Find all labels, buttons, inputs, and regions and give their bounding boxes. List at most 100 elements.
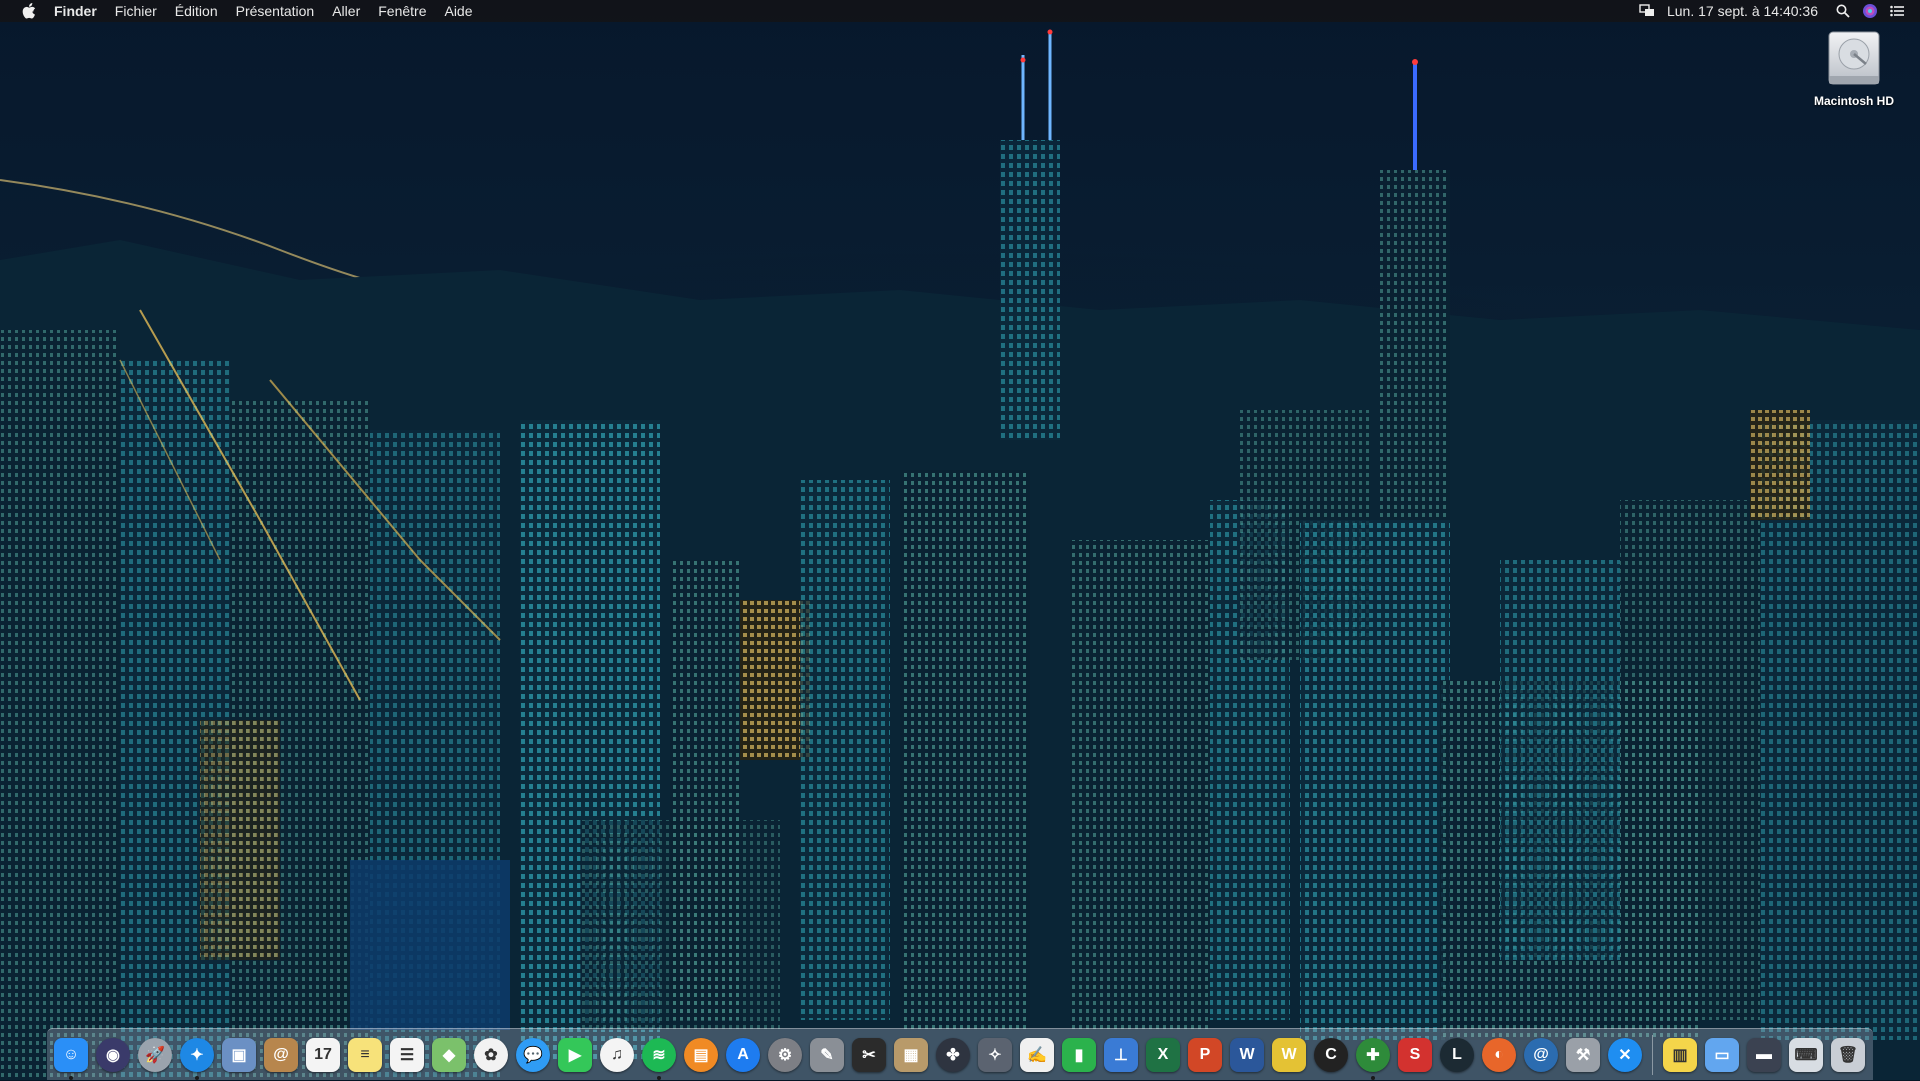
spotlight-search-icon[interactable] bbox=[1836, 4, 1850, 18]
dock-item-ibooks[interactable]: ▤ bbox=[680, 1029, 722, 1081]
dock-item-launchpad[interactable]: 🚀 bbox=[134, 1029, 176, 1081]
ccleaner-icon: C bbox=[1314, 1037, 1348, 1072]
siri-menu-icon[interactable] bbox=[1862, 3, 1878, 19]
siri-icon: ◉ bbox=[96, 1037, 130, 1072]
dock-item-reminders[interactable]: ☰ bbox=[386, 1029, 428, 1081]
running-indicator bbox=[657, 1075, 661, 1080]
dock-item-script-editor[interactable]: ✎ bbox=[806, 1029, 848, 1081]
contacts-icon: @ bbox=[264, 1037, 298, 1072]
menu-bar: Finder Fichier Édition Présentation Alle… bbox=[0, 0, 1920, 22]
menu-aide[interactable]: Aide bbox=[435, 0, 481, 22]
script-editor-icon: ✎ bbox=[810, 1037, 844, 1072]
running-indicator bbox=[69, 1075, 73, 1080]
green-app-icon: ✚ bbox=[1356, 1037, 1390, 1072]
system-preferences-icon: ⚙ bbox=[768, 1037, 802, 1072]
dock-item-photos[interactable]: ✿ bbox=[470, 1029, 512, 1081]
dock-item-wunderlist[interactable]: W bbox=[1268, 1029, 1310, 1081]
stickies-icon: ▥ bbox=[1663, 1037, 1697, 1072]
dock-item-word[interactable]: W bbox=[1226, 1029, 1268, 1081]
notes-icon: ≡ bbox=[348, 1037, 382, 1072]
dock-item-sketchup[interactable]: S bbox=[1394, 1029, 1436, 1081]
dock-item-spiral-app[interactable]: @ bbox=[1520, 1029, 1562, 1081]
dock-item-contacts[interactable]: @ bbox=[260, 1029, 302, 1081]
wunderlist-icon: W bbox=[1272, 1037, 1306, 1072]
dock-item-stickies[interactable]: ▥ bbox=[1659, 1029, 1701, 1081]
dock-item-archive[interactable]: ▦ bbox=[890, 1029, 932, 1081]
dock-item-utility-tool[interactable]: ⚒ bbox=[1562, 1029, 1604, 1081]
dock-separator bbox=[1652, 1034, 1653, 1075]
dock-item-notes[interactable]: ≡ bbox=[344, 1029, 386, 1081]
ibooks-icon: ▤ bbox=[684, 1037, 718, 1072]
dock-item-keyboard[interactable]: ⌨ bbox=[1785, 1029, 1827, 1081]
menu-edition[interactable]: Édition bbox=[166, 0, 227, 22]
dock-item-trash[interactable]: 🗑 bbox=[1827, 1029, 1869, 1081]
dock-item-finder[interactable]: ☺ bbox=[50, 1029, 92, 1081]
dock-item-screen-recording[interactable]: ▬ bbox=[1743, 1029, 1785, 1081]
keynote-icon: ⊥ bbox=[1104, 1037, 1138, 1072]
maps-icon: ◆ bbox=[432, 1037, 466, 1072]
sketchup-icon: S bbox=[1398, 1037, 1432, 1072]
word-icon: W bbox=[1230, 1037, 1264, 1072]
dock-item-powerpoint[interactable]: P bbox=[1184, 1029, 1226, 1081]
dock-item-facetime[interactable]: ▶ bbox=[554, 1029, 596, 1081]
photos-icon: ✿ bbox=[474, 1037, 508, 1072]
dock-item-firefox[interactable]: ◐ bbox=[1478, 1029, 1520, 1081]
dock-item-league[interactable]: L bbox=[1436, 1029, 1478, 1081]
dock-item-excel[interactable]: X bbox=[1142, 1029, 1184, 1081]
textedit-icon: ✍ bbox=[1020, 1037, 1054, 1072]
dock-item-spotify[interactable]: ≋ bbox=[638, 1029, 680, 1081]
preview-icon: ▣ bbox=[222, 1037, 256, 1072]
desktop-wallpaper bbox=[0, 0, 1920, 1080]
dock-item-app-store[interactable]: A bbox=[722, 1029, 764, 1081]
excel-icon: X bbox=[1146, 1037, 1180, 1072]
utility-icon: ✧ bbox=[978, 1037, 1012, 1072]
running-indicator bbox=[1371, 1075, 1375, 1080]
itunes-icon: ♫ bbox=[600, 1037, 634, 1072]
folder-icon: ▭ bbox=[1705, 1037, 1739, 1072]
menu-fenetre[interactable]: Fenêtre bbox=[369, 0, 435, 22]
dock-item-textedit[interactable]: ✍ bbox=[1016, 1029, 1058, 1081]
dock-item-itunes[interactable]: ♫ bbox=[596, 1029, 638, 1081]
menu-presentation[interactable]: Présentation bbox=[227, 0, 324, 22]
spiral-app-icon: @ bbox=[1524, 1037, 1558, 1072]
numbers-icon: ▮ bbox=[1062, 1037, 1096, 1072]
desktop-icon-macintosh-hd[interactable]: Macintosh HD bbox=[1800, 28, 1908, 108]
menu-fichier[interactable]: Fichier bbox=[106, 0, 166, 22]
menu-clock[interactable]: Lun. 17 sept. à 14:40:36 bbox=[1667, 3, 1818, 19]
running-indicator bbox=[195, 1075, 199, 1080]
dock-item-green-app[interactable]: ✚ bbox=[1352, 1029, 1394, 1081]
powerpoint-icon: P bbox=[1188, 1037, 1222, 1072]
dock-item-utility[interactable]: ✧ bbox=[974, 1029, 1016, 1081]
dock-item-davinci-resolve[interactable]: ✤ bbox=[932, 1029, 974, 1081]
apple-menu-icon[interactable] bbox=[18, 3, 40, 19]
xcode-icon: ✕ bbox=[1608, 1037, 1642, 1072]
dock-item-final-cut[interactable]: ✂ bbox=[848, 1029, 890, 1081]
dock-item-maps[interactable]: ◆ bbox=[428, 1029, 470, 1081]
desktop-icon-label: Macintosh HD bbox=[1813, 94, 1894, 108]
menu-aller[interactable]: Aller bbox=[323, 0, 369, 22]
dock-item-preview[interactable]: ▣ bbox=[218, 1029, 260, 1081]
dock-item-ccleaner[interactable]: C bbox=[1310, 1029, 1352, 1081]
finder-icon: ☺ bbox=[54, 1037, 88, 1072]
dock-item-system-preferences[interactable]: ⚙ bbox=[764, 1029, 806, 1081]
keyboard-icon: ⌨ bbox=[1789, 1037, 1823, 1072]
safari-icon: ✦ bbox=[180, 1037, 214, 1072]
spotify-icon: ≋ bbox=[642, 1037, 676, 1072]
menu-app-name[interactable]: Finder bbox=[54, 0, 106, 22]
dock-item-messages[interactable]: 💬 bbox=[512, 1029, 554, 1081]
dock-item-xcode[interactable]: ✕ bbox=[1604, 1029, 1646, 1081]
calendar-icon: 17 bbox=[306, 1037, 340, 1072]
dock-item-safari[interactable]: ✦ bbox=[176, 1029, 218, 1081]
notification-center-icon[interactable] bbox=[1890, 5, 1904, 17]
reminders-icon: ☰ bbox=[390, 1037, 424, 1072]
dock-item-siri[interactable]: ◉ bbox=[92, 1029, 134, 1081]
screen-mirroring-icon[interactable] bbox=[1639, 4, 1655, 18]
dock-item-folder[interactable]: ▭ bbox=[1701, 1029, 1743, 1081]
dock-item-keynote[interactable]: ⊥ bbox=[1100, 1029, 1142, 1081]
hard-drive-icon bbox=[1828, 31, 1880, 85]
utility-tool-icon: ⚒ bbox=[1566, 1037, 1600, 1072]
launchpad-icon: 🚀 bbox=[138, 1037, 172, 1072]
dock-item-calendar[interactable]: 17 bbox=[302, 1029, 344, 1081]
dock-item-numbers[interactable]: ▮ bbox=[1058, 1029, 1100, 1081]
dock: ☺ ◉ 🚀 ✦ ▣ @17 ≡ ☰ ◆ ✿ 💬 ▶ ♫ ≋ ▤ A ⚙ ✎ ✂ ▦ ✤ ✧ ✍ ▮ ⊥ X P W W C ✚ S L ◐ @ ⚒ ✕ ▥… bbox=[47, 1028, 1873, 1080]
